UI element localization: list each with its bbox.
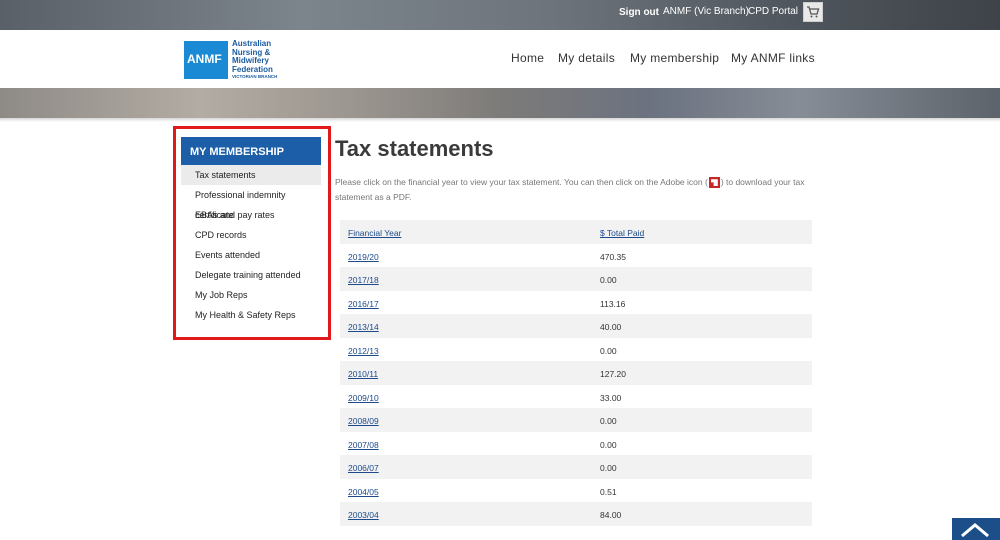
sidebar-item-health-safety-reps[interactable]: My Health & Safety Reps: [181, 305, 321, 325]
total-paid: 127.20: [600, 369, 626, 379]
header-total-paid[interactable]: $ Total Paid: [600, 228, 644, 238]
total-paid: 33.00: [600, 392, 622, 403]
year-link[interactable]: 2008/09: [348, 416, 379, 426]
year-link[interactable]: 2017/18: [348, 275, 379, 285]
table-header-row: Financial Year $ Total Paid: [340, 220, 812, 244]
total-paid: 84.00: [600, 510, 622, 520]
sidebar-item-job-reps[interactable]: My Job Reps: [181, 285, 321, 305]
sidebar-item-delegate-training[interactable]: Delegate training attended: [181, 265, 321, 285]
logo-wordmark: Australian Nursing & Midwifery Federatio…: [232, 39, 292, 74]
table-row: 2016/17 113.16: [340, 290, 812, 314]
table-row: 2004/05 0.51: [340, 478, 812, 502]
table-row: 2017/18 0.00: [340, 267, 812, 291]
cart-icon: [807, 6, 820, 18]
sidebar-item-tax-statements[interactable]: Tax statements: [181, 165, 321, 185]
total-paid: 113.16: [600, 298, 626, 309]
sidebar-item-cpd-records[interactable]: CPD records: [181, 225, 321, 245]
chevron-up-icon: [961, 523, 989, 538]
tax-statements-table: Financial Year $ Total Paid 2019/20 470.3…: [340, 220, 812, 526]
branch-link[interactable]: ANMF (Vic Branch): [663, 6, 749, 17]
table-row: 2008/09 0.00: [340, 408, 812, 432]
logo-line: Federation: [232, 64, 273, 74]
total-paid: 0.00: [600, 275, 617, 285]
sidebar-heading-label: MY MEMBERSHIP: [190, 146, 284, 158]
table-row: 2007/08 0.00: [340, 431, 812, 455]
nav-home[interactable]: Home: [511, 51, 544, 65]
total-paid: 0.00: [600, 345, 617, 356]
year-link[interactable]: 2010/11: [348, 369, 378, 379]
banner-shadow: [0, 118, 1000, 122]
year-link[interactable]: 2013/14: [348, 322, 379, 332]
total-paid: 470.35: [600, 251, 626, 262]
table-row: 2019/20 470.35: [340, 243, 812, 267]
year-link[interactable]: 2016/17: [348, 299, 379, 309]
nav-my-membership[interactable]: My membership: [630, 51, 719, 65]
intro-text-start: Please click on the financial year to vi…: [335, 177, 708, 187]
scroll-to-top-button[interactable]: [952, 518, 1000, 540]
cart-button[interactable]: [803, 2, 823, 22]
year-link[interactable]: 2012/13: [348, 346, 379, 356]
sidebar-item-indemnity-certificate[interactable]: Professional indemnity certificate: [181, 185, 321, 220]
table-row: 2012/13 0.00: [340, 337, 812, 361]
year-link[interactable]: 2007/08: [348, 440, 379, 450]
nav-my-details[interactable]: My details: [558, 51, 615, 65]
top-utility-bar: Sign out ANMF (Vic Branch) CPD Portal: [0, 0, 1000, 30]
logo-abbr: ANMF: [187, 52, 222, 66]
table-row: 2006/07 0.00: [340, 455, 812, 479]
year-link[interactable]: 2019/20: [348, 252, 379, 262]
total-paid: 0.51: [600, 486, 617, 497]
year-link[interactable]: 2004/05: [348, 487, 379, 497]
total-paid: 40.00: [600, 322, 622, 332]
header-financial-year[interactable]: Financial Year: [348, 228, 401, 238]
total-paid: 0.00: [600, 416, 617, 426]
year-link[interactable]: 2003/04: [348, 510, 379, 520]
anmf-logo[interactable]: ANMF: [184, 41, 228, 79]
hero-banner: [0, 88, 1000, 118]
sidebar-item-events[interactable]: Events attended: [181, 245, 321, 265]
logo-branch: VICTORIAN BRANCH: [232, 74, 278, 79]
table-row: 2010/11 127.20: [340, 361, 812, 385]
year-link[interactable]: 2009/10: [348, 393, 379, 403]
table-row: 2009/10 33.00: [340, 384, 812, 408]
nav-my-anmf-links[interactable]: My ANMF links: [731, 51, 815, 65]
cpd-portal-link[interactable]: CPD Portal: [748, 6, 798, 17]
site-header: [0, 30, 1000, 88]
intro-text: Please click on the financial year to vi…: [335, 175, 805, 205]
page-title: Tax statements: [335, 136, 494, 161]
sign-out-link[interactable]: Sign out: [619, 7, 659, 18]
year-link[interactable]: 2006/07: [348, 463, 379, 473]
sidebar-heading: MY MEMBERSHIP: [181, 137, 321, 165]
table-row: 2003/04 84.00: [340, 502, 812, 526]
pdf-icon: [708, 177, 720, 189]
total-paid: 0.00: [600, 463, 617, 473]
total-paid: 0.00: [600, 439, 617, 450]
sidebar-item-ebas[interactable]: EBAs and pay rates: [181, 205, 321, 225]
table-row: 2013/14 40.00: [340, 314, 812, 338]
